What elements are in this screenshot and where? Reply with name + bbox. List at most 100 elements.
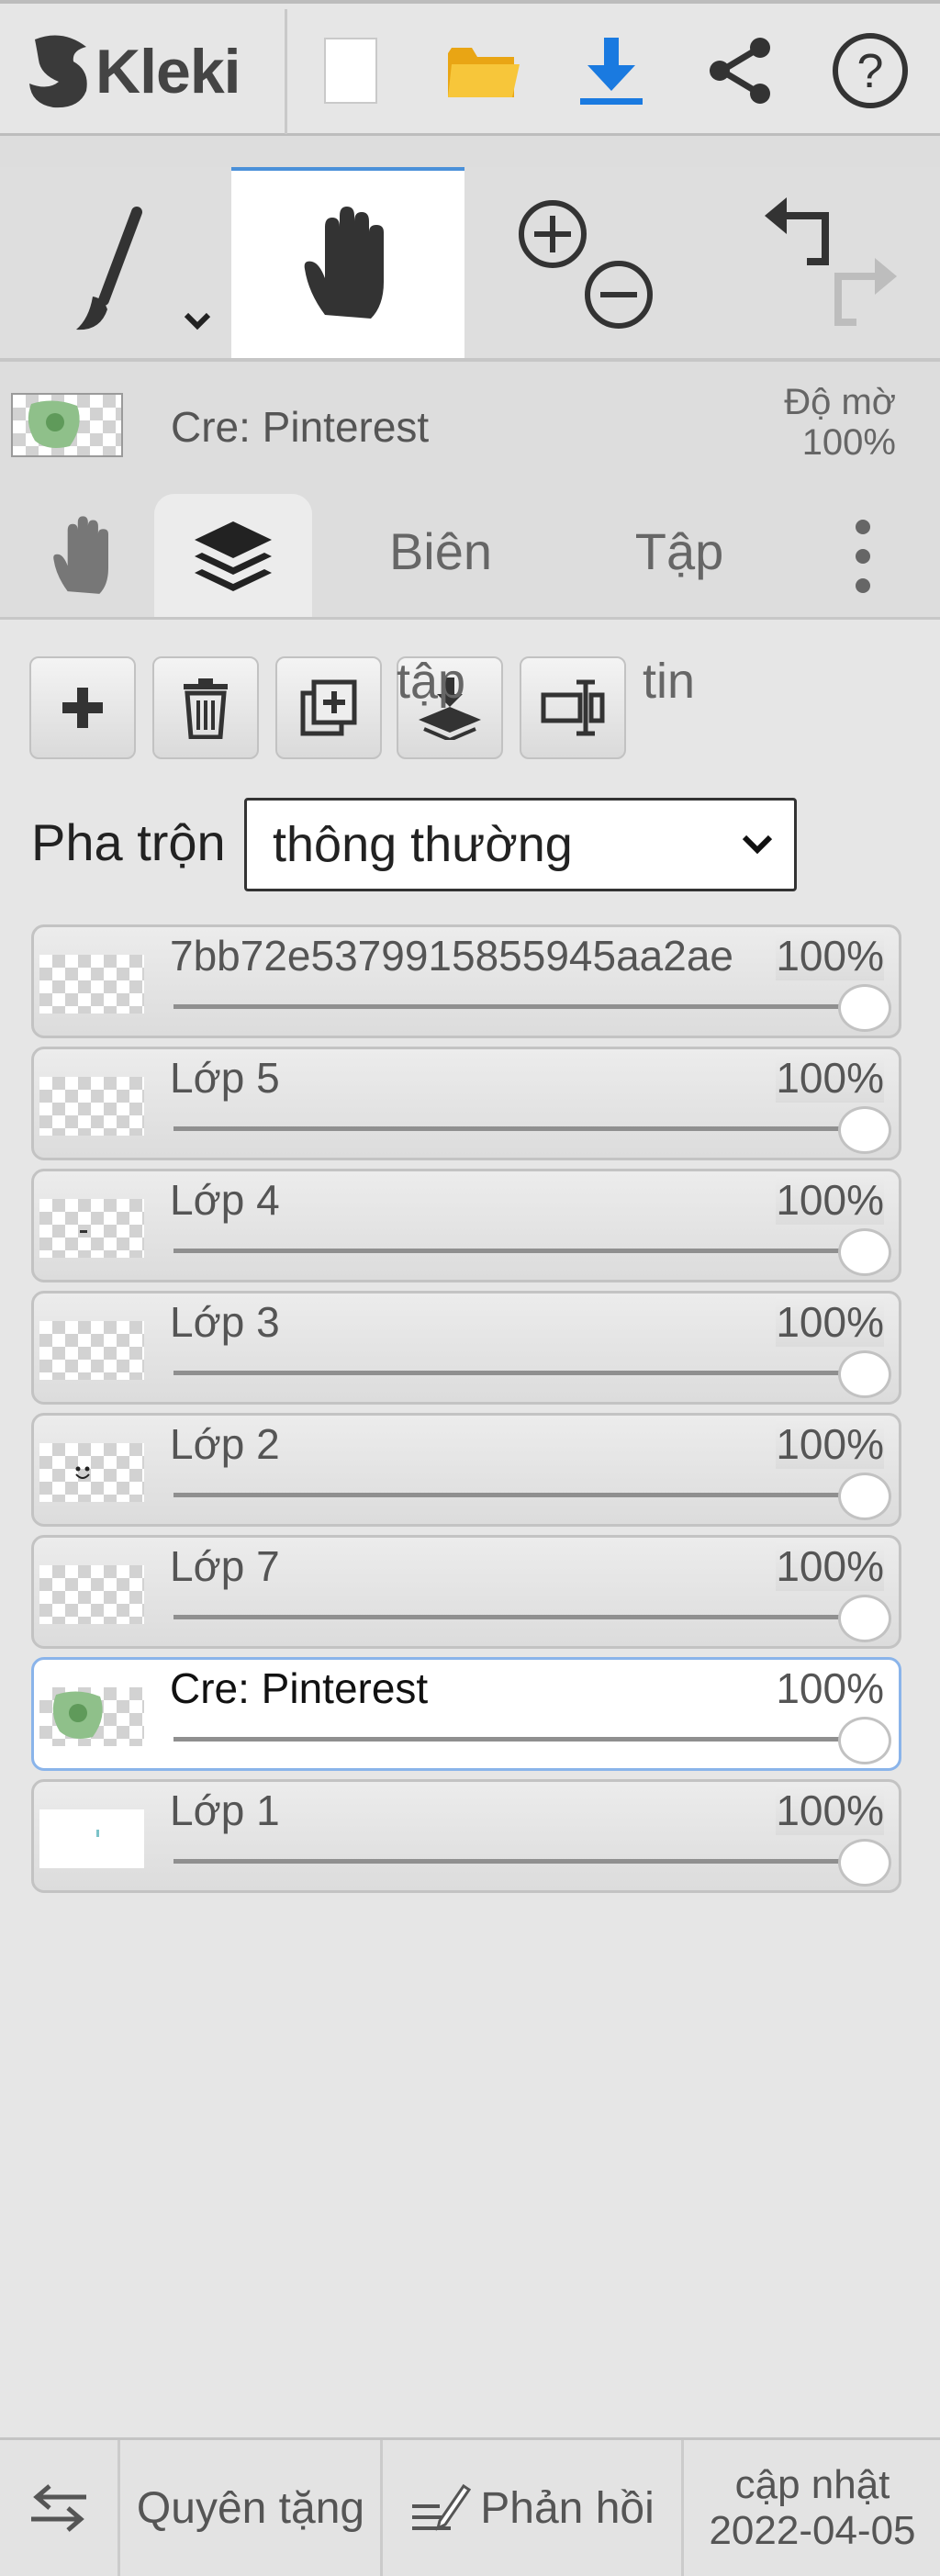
donate-link[interactable]: Quyên tặng bbox=[121, 2440, 380, 2576]
toolbar-divider bbox=[285, 9, 287, 134]
feedback-pen-icon bbox=[412, 2483, 472, 2531]
opacity-slider-knob[interactable] bbox=[838, 1473, 891, 1520]
undo-icon[interactable] bbox=[765, 197, 829, 265]
tab-more-button[interactable] bbox=[826, 494, 900, 619]
zoom-in-icon[interactable] bbox=[519, 200, 587, 268]
layer-row-selected[interactable]: Cre: Pinterest 100% bbox=[31, 1657, 901, 1771]
swap-sides-button[interactable] bbox=[0, 2440, 118, 2576]
tab-hand[interactable] bbox=[15, 494, 152, 619]
help-icon: ? bbox=[833, 33, 908, 108]
tab-file[interactable]: Tập bbox=[588, 494, 771, 619]
layer-row[interactable]: 7bb72e5379915855945aa2ae 100% bbox=[31, 924, 901, 1038]
layer-name: Lớp 5 bbox=[170, 1054, 280, 1102]
tab-edit-overflow: tập bbox=[397, 654, 466, 709]
history-controls bbox=[703, 167, 940, 358]
hand-icon bbox=[304, 207, 384, 319]
download-icon bbox=[580, 38, 643, 105]
help-button[interactable]: ? bbox=[822, 20, 918, 121]
layer-opacity: 100% bbox=[776, 931, 884, 980]
opacity-slider-track[interactable] bbox=[173, 1371, 862, 1375]
blend-mode-value: thông thường bbox=[273, 817, 573, 872]
folder-icon bbox=[448, 48, 520, 97]
opacity-slider-track[interactable] bbox=[173, 1615, 862, 1619]
layer-name: Lớp 3 bbox=[170, 1298, 280, 1346]
rename-layer-button[interactable] bbox=[520, 656, 626, 759]
opacity-slider-track[interactable] bbox=[173, 1249, 862, 1253]
current-layer-name: Cre: Pinterest bbox=[171, 403, 430, 451]
opacity-slider-knob[interactable] bbox=[838, 1106, 891, 1154]
new-image-button[interactable] bbox=[303, 20, 398, 121]
donate-label: Quyên tặng bbox=[136, 2483, 365, 2533]
layer-row[interactable]: Lớp 4 100% bbox=[31, 1169, 901, 1282]
open-file-button[interactable] bbox=[435, 20, 531, 121]
opacity-slider-track[interactable] bbox=[173, 1493, 862, 1497]
tab-file-overflow: tin bbox=[643, 654, 696, 709]
layer-opacity: 100% bbox=[776, 1053, 884, 1103]
layer-opacity: 100% bbox=[776, 1297, 884, 1347]
layer-thumbnail bbox=[39, 1687, 144, 1746]
opacity-slider-knob[interactable] bbox=[838, 1839, 891, 1887]
layer-name: Lớp 2 bbox=[170, 1420, 280, 1468]
kleki-logo-icon bbox=[22, 30, 101, 113]
layer-opacity: 100% bbox=[776, 1175, 884, 1225]
layer-name: Lớp 7 bbox=[170, 1542, 280, 1590]
kleki-logo[interactable]: Kleki bbox=[22, 26, 285, 118]
layer-opacity: 100% bbox=[776, 1419, 884, 1469]
tab-edit[interactable]: Biên bbox=[349, 494, 532, 619]
brush-icon bbox=[76, 207, 211, 330]
blend-mode-select[interactable]: thông thường bbox=[244, 798, 797, 891]
feedback-link[interactable]: Phản hồi bbox=[384, 2440, 679, 2576]
add-layer-button[interactable] bbox=[29, 656, 136, 759]
tab-file-label: Tập bbox=[634, 522, 724, 580]
opacity-slider-track[interactable] bbox=[173, 1126, 862, 1131]
plus-icon bbox=[62, 688, 103, 728]
top-bar: Kleki ? bbox=[0, 0, 940, 136]
update-label: cập nhật bbox=[734, 2462, 890, 2507]
share-button[interactable] bbox=[692, 20, 788, 121]
opacity-label: Độ mờ bbox=[784, 382, 896, 422]
more-vertical-icon bbox=[856, 520, 870, 593]
layer-name: Lớp 4 bbox=[170, 1176, 280, 1224]
layer-row[interactable]: Lớp 3 100% bbox=[31, 1291, 901, 1405]
brush-tool-button[interactable] bbox=[0, 167, 233, 358]
layer-row[interactable]: Lớp 1 100% bbox=[31, 1779, 901, 1893]
hand-icon bbox=[53, 516, 108, 594]
duplicate-icon bbox=[300, 679, 357, 736]
layer-opacity: 100% bbox=[776, 1663, 884, 1713]
swap-arrows-icon bbox=[31, 2484, 86, 2532]
layer-thumbnail bbox=[39, 1565, 144, 1624]
save-button[interactable] bbox=[564, 20, 659, 121]
current-layer-bar: Cre: Pinterest Độ mờ 100% bbox=[0, 362, 940, 490]
opacity-slider-track[interactable] bbox=[173, 1737, 862, 1742]
layer-row[interactable]: Lớp 7 100% bbox=[31, 1535, 901, 1649]
feedback-label: Phản hồi bbox=[480, 2483, 655, 2533]
layer-thumbnail bbox=[39, 1077, 144, 1136]
opacity-slider-knob[interactable] bbox=[838, 1717, 891, 1764]
rename-icon bbox=[541, 679, 605, 736]
layer-name: Cre: Pinterest bbox=[170, 1664, 429, 1712]
changelog-link[interactable]: cập nhật 2022-04-05 bbox=[685, 2440, 940, 2576]
layer-thumbnail bbox=[39, 1321, 144, 1380]
layer-name: 7bb72e5379915855945aa2ae bbox=[170, 932, 733, 980]
redo-icon[interactable] bbox=[834, 258, 897, 326]
opacity-slider-knob[interactable] bbox=[838, 1595, 891, 1642]
layer-row[interactable]: Lớp 2 100% bbox=[31, 1413, 901, 1527]
hand-tool-button[interactable] bbox=[231, 167, 464, 358]
opacity-value: 100% bbox=[801, 422, 896, 463]
footer-divider bbox=[380, 2440, 383, 2576]
zoom-out-icon[interactable] bbox=[585, 261, 653, 329]
blend-mode-label: Pha trộn bbox=[31, 813, 226, 871]
opacity-slider-knob[interactable] bbox=[838, 1350, 891, 1398]
delete-layer-button[interactable] bbox=[152, 656, 259, 759]
layer-opacity: 100% bbox=[776, 1786, 884, 1835]
layers-panel: tập tin Pha trộn thông thường 7bb72e5379… bbox=[0, 620, 940, 2437]
tab-layers[interactable] bbox=[154, 494, 312, 619]
duplicate-layer-button[interactable] bbox=[275, 656, 382, 759]
opacity-slider-track[interactable] bbox=[173, 1004, 862, 1009]
layer-opacity: 100% bbox=[776, 1541, 884, 1591]
layer-row[interactable]: Lớp 5 100% bbox=[31, 1047, 901, 1160]
opacity-slider-knob[interactable] bbox=[838, 1228, 891, 1276]
opacity-slider-knob[interactable] bbox=[838, 984, 891, 1032]
panel-tabs: Biên Tập bbox=[0, 490, 940, 619]
opacity-slider-track[interactable] bbox=[173, 1859, 862, 1864]
